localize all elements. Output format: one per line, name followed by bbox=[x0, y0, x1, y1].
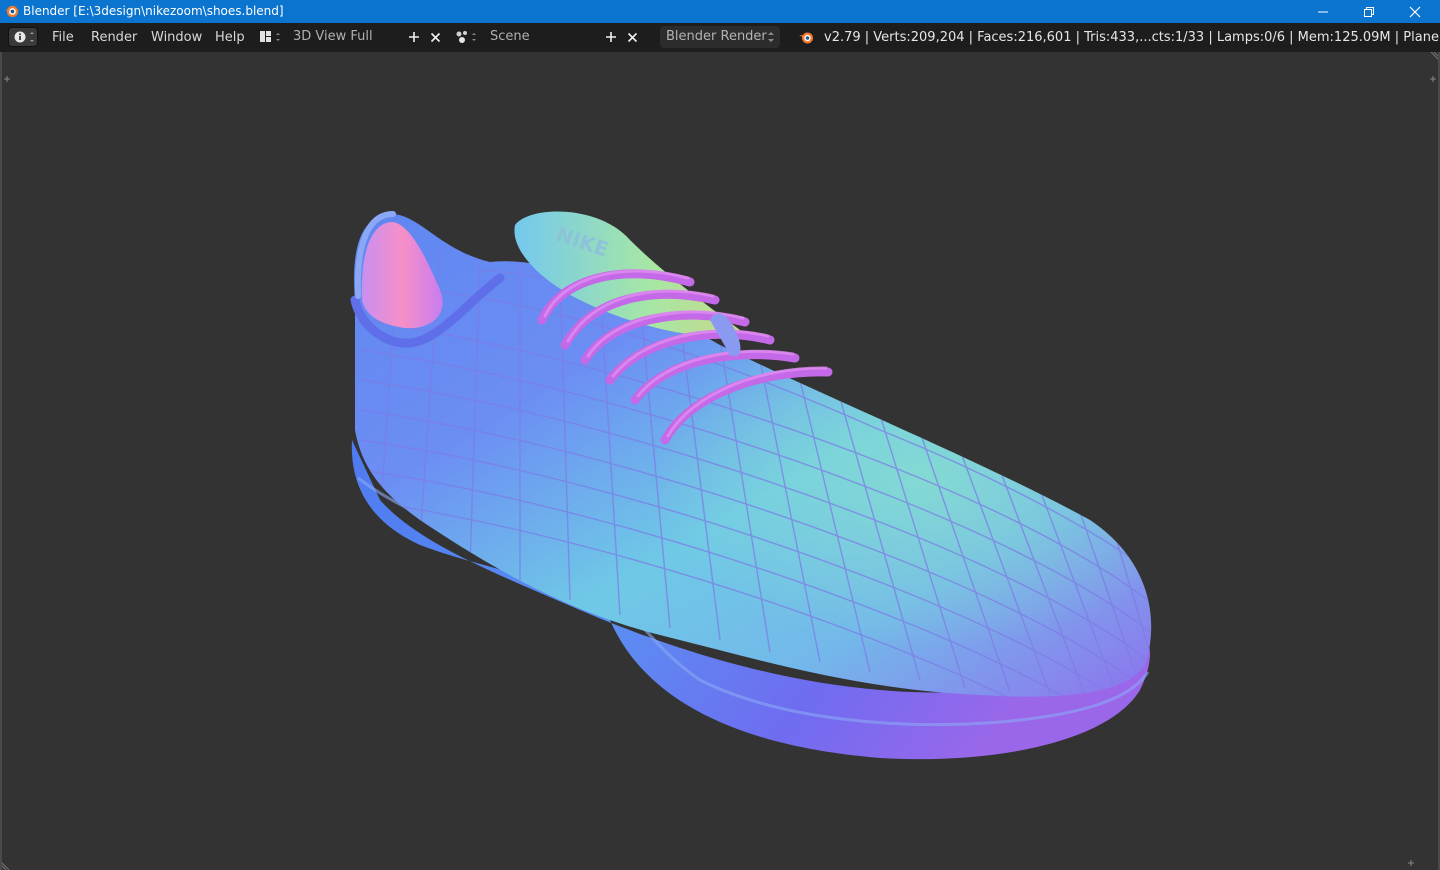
window-titlebar[interactable]: Blender [E:\3design\nikezoom\shoes.blend… bbox=[0, 0, 1440, 23]
render-engine-value: Blender Render bbox=[666, 29, 767, 44]
screen-layout-selector[interactable]: 3D View Full bbox=[258, 26, 448, 48]
menu-help[interactable]: Help bbox=[215, 29, 245, 46]
menu-file[interactable]: File bbox=[52, 29, 74, 46]
render-engine-select[interactable]: Blender Render bbox=[660, 26, 780, 48]
minimize-button[interactable] bbox=[1300, 0, 1346, 23]
menu-window[interactable]: Window bbox=[151, 29, 202, 46]
updown-arrows-icon bbox=[768, 32, 774, 42]
3d-viewport[interactable]: NIKE bbox=[0, 52, 1440, 870]
info-icon bbox=[14, 31, 34, 43]
area-split-corner-tl[interactable] bbox=[2, 74, 12, 84]
screen-layout-icon bbox=[260, 31, 280, 42]
x-icon bbox=[430, 32, 440, 42]
blender-app-icon bbox=[4, 5, 19, 18]
window-title: Blender [E:\3design\nikezoom\shoes.blend… bbox=[23, 4, 284, 18]
restore-button[interactable] bbox=[1346, 0, 1392, 23]
minimize-icon bbox=[1318, 11, 1328, 12]
scene-selector[interactable]: Scene bbox=[454, 26, 644, 48]
scene-dropdown[interactable] bbox=[454, 26, 482, 48]
x-icon bbox=[627, 32, 637, 42]
screen-layout-dropdown[interactable] bbox=[258, 26, 286, 48]
shoe-render: NIKE bbox=[350, 211, 1152, 760]
area-split-corner-br[interactable] bbox=[1406, 858, 1416, 868]
scene-icon bbox=[456, 31, 476, 43]
restore-icon bbox=[1364, 6, 1374, 17]
plus-icon bbox=[606, 32, 616, 42]
scene-stats: v2.79 | Verts:209,204 | Faces:216,601 | … bbox=[824, 30, 1440, 45]
info-header: File Render Window Help 3D View Full Sce… bbox=[0, 23, 1440, 52]
left-window-border bbox=[0, 52, 2, 870]
plus-icon bbox=[409, 32, 419, 42]
scene-field[interactable]: Scene bbox=[490, 26, 530, 48]
remove-screen-button[interactable] bbox=[426, 27, 444, 47]
area-split-corner-tr[interactable] bbox=[1428, 74, 1438, 84]
close-icon bbox=[1409, 6, 1421, 17]
editor-type-button[interactable] bbox=[8, 27, 38, 47]
remove-scene-button[interactable] bbox=[623, 27, 641, 47]
blender-logo-icon bbox=[799, 32, 813, 44]
close-window-button[interactable] bbox=[1392, 0, 1438, 23]
screen-layout-field[interactable]: 3D View Full bbox=[293, 26, 373, 48]
add-screen-button[interactable] bbox=[405, 27, 423, 47]
add-scene-button[interactable] bbox=[602, 27, 620, 47]
menu-render[interactable]: Render bbox=[91, 29, 137, 46]
